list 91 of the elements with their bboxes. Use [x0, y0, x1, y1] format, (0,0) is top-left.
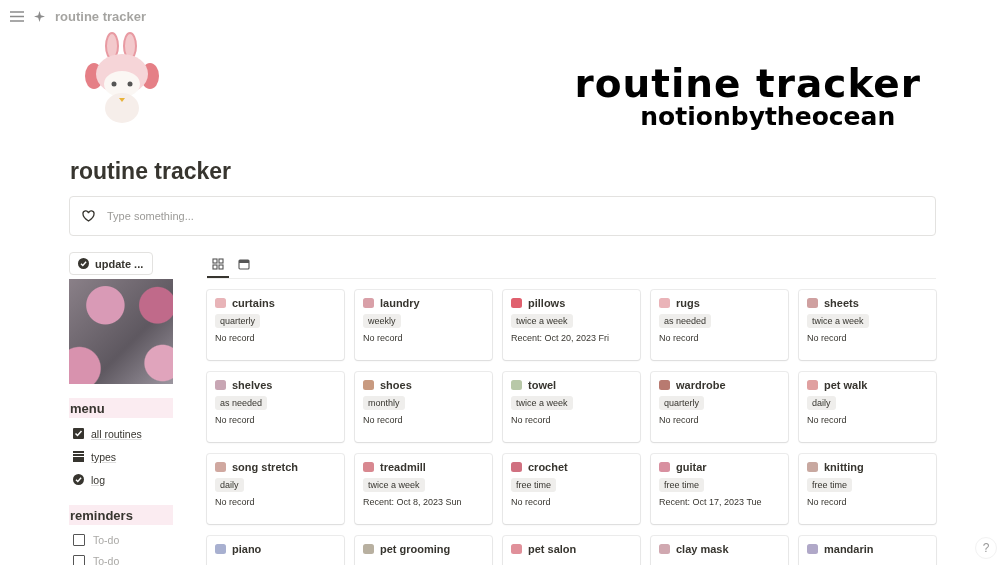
routine-card[interactable]: rugs as needed No record [651, 290, 788, 360]
recent-record: No record [807, 415, 848, 425]
recent-record: No record [215, 497, 256, 507]
routine-card[interactable]: pet salon [503, 536, 640, 565]
recent-record: No record [511, 497, 552, 507]
callout-field[interactable]: Type something... [69, 196, 936, 236]
routine-card[interactable]: pet walk daily No record [799, 372, 936, 442]
routine-name: sheets [824, 297, 859, 309]
menu-link[interactable]: log [69, 468, 173, 491]
frequency-tag: free time [659, 478, 704, 492]
routine-card[interactable]: knitting free time No record [799, 454, 936, 524]
routine-name: rugs [676, 297, 700, 309]
frequency-tag: twice a week [511, 396, 573, 410]
stack-icon [73, 451, 84, 462]
banner-title: routine tracker [574, 64, 921, 104]
frequency-tag: twice a week [807, 314, 869, 328]
routine-name: pet salon [528, 543, 577, 555]
section-heading: reminders [69, 505, 173, 525]
routine-card[interactable]: piano [207, 536, 344, 565]
routine-name: pillows [528, 297, 566, 309]
recent-record: No record [659, 333, 700, 343]
todo-checkbox[interactable] [73, 533, 85, 546]
checkbox-icon [73, 428, 84, 439]
update-button[interactable]: update ... [69, 252, 153, 275]
routine-name: shelves [232, 379, 273, 391]
recent-record: Recent: Oct 20, 2023 Fri [511, 333, 611, 343]
routine-card[interactable]: crochet free time No record [503, 454, 640, 524]
routine-name: wardrobe [676, 379, 726, 391]
frequency-tag: monthly [363, 396, 405, 410]
check-circle-icon [73, 474, 84, 485]
routine-name: clay mask [676, 543, 729, 555]
recent-record: No record [363, 415, 404, 425]
routine-card[interactable]: sheets twice a week No record [799, 290, 936, 360]
frequency-tag: weekly [363, 314, 401, 328]
frequency-tag: daily [807, 396, 836, 410]
recent-record: Recent: Oct 8, 2023 Sun [363, 497, 463, 507]
frequency-tag: free time [807, 478, 852, 492]
routine-card[interactable]: laundry weekly No record [355, 290, 492, 360]
routine-card[interactable]: treadmill twice a week Recent: Oct 8, 2023 Sun [355, 454, 492, 524]
todo-checkbox[interactable] [73, 554, 85, 565]
frequency-tag: twice a week [363, 478, 425, 492]
routine-name: towel [528, 379, 557, 391]
routine-card[interactable]: curtains quarterly No record [207, 290, 344, 360]
recent-record: No record [215, 333, 256, 343]
menu-link[interactable]: all routines [69, 422, 173, 445]
recent-record: No record [363, 333, 404, 343]
routine-name: crochet [528, 461, 568, 473]
banner-subtitle: notionbytheocean [639, 104, 896, 130]
routine-card[interactable]: shoes monthly No record [355, 372, 492, 442]
routine-card[interactable]: pet grooming [355, 536, 492, 565]
frequency-tag: free time [511, 478, 556, 492]
recent-record: No record [215, 415, 256, 425]
gallery-icon [212, 258, 224, 270]
frequency-tag: as needed [659, 314, 712, 328]
routine-name: pet grooming [380, 543, 451, 555]
recent-record: No record [807, 333, 848, 343]
frequency-tag: quarterly [215, 314, 260, 328]
routine-card[interactable]: mandarin [799, 536, 936, 565]
routine-card[interactable]: pillows twice a week Recent: Oct 20, 2023 Fri [503, 290, 640, 360]
routine-name: curtains [232, 297, 275, 309]
recent-record: Recent: Oct 17, 2023 Tue [659, 497, 763, 507]
routine-card[interactable]: wardrobe quarterly No record [651, 372, 788, 442]
frequency-tag: twice a week [511, 314, 573, 328]
recent-record: No record [511, 415, 552, 425]
frequency-tag: quarterly [659, 396, 704, 410]
frequency-tag: as needed [215, 396, 268, 410]
routine-card[interactable]: guitar free time Recent: Oct 17, 2023 Tue [651, 454, 788, 524]
menu-icon[interactable] [10, 10, 24, 22]
calendar-icon [238, 258, 250, 270]
page-title: routine tracker [70, 157, 233, 186]
routine-name: treadmill [380, 461, 426, 473]
routine-name: song stretch [232, 461, 298, 473]
check-circle-icon [78, 258, 89, 269]
routine-name: mandarin [824, 543, 874, 555]
routine-card[interactable]: clay mask [651, 536, 788, 565]
recent-record: No record [807, 497, 848, 507]
recent-record: No record [659, 415, 700, 425]
sparkle-icon [34, 10, 45, 22]
routine-name: shoes [380, 379, 412, 391]
routine-name: piano [232, 543, 262, 555]
routine-card[interactable]: song stretch daily No record [207, 454, 344, 524]
routine-card[interactable]: shelves as needed No record [207, 372, 344, 442]
routine-name: knitting [824, 461, 864, 473]
menu-link[interactable]: types [69, 445, 173, 468]
frequency-tag: daily [215, 478, 244, 492]
routine-card[interactable]: towel twice a week No record [503, 372, 640, 442]
routine-name: pet walk [824, 379, 868, 391]
routine-name: laundry [380, 297, 420, 309]
routine-name: guitar [676, 461, 707, 473]
section-heading: menu [69, 398, 173, 418]
heart-icon [82, 210, 95, 222]
